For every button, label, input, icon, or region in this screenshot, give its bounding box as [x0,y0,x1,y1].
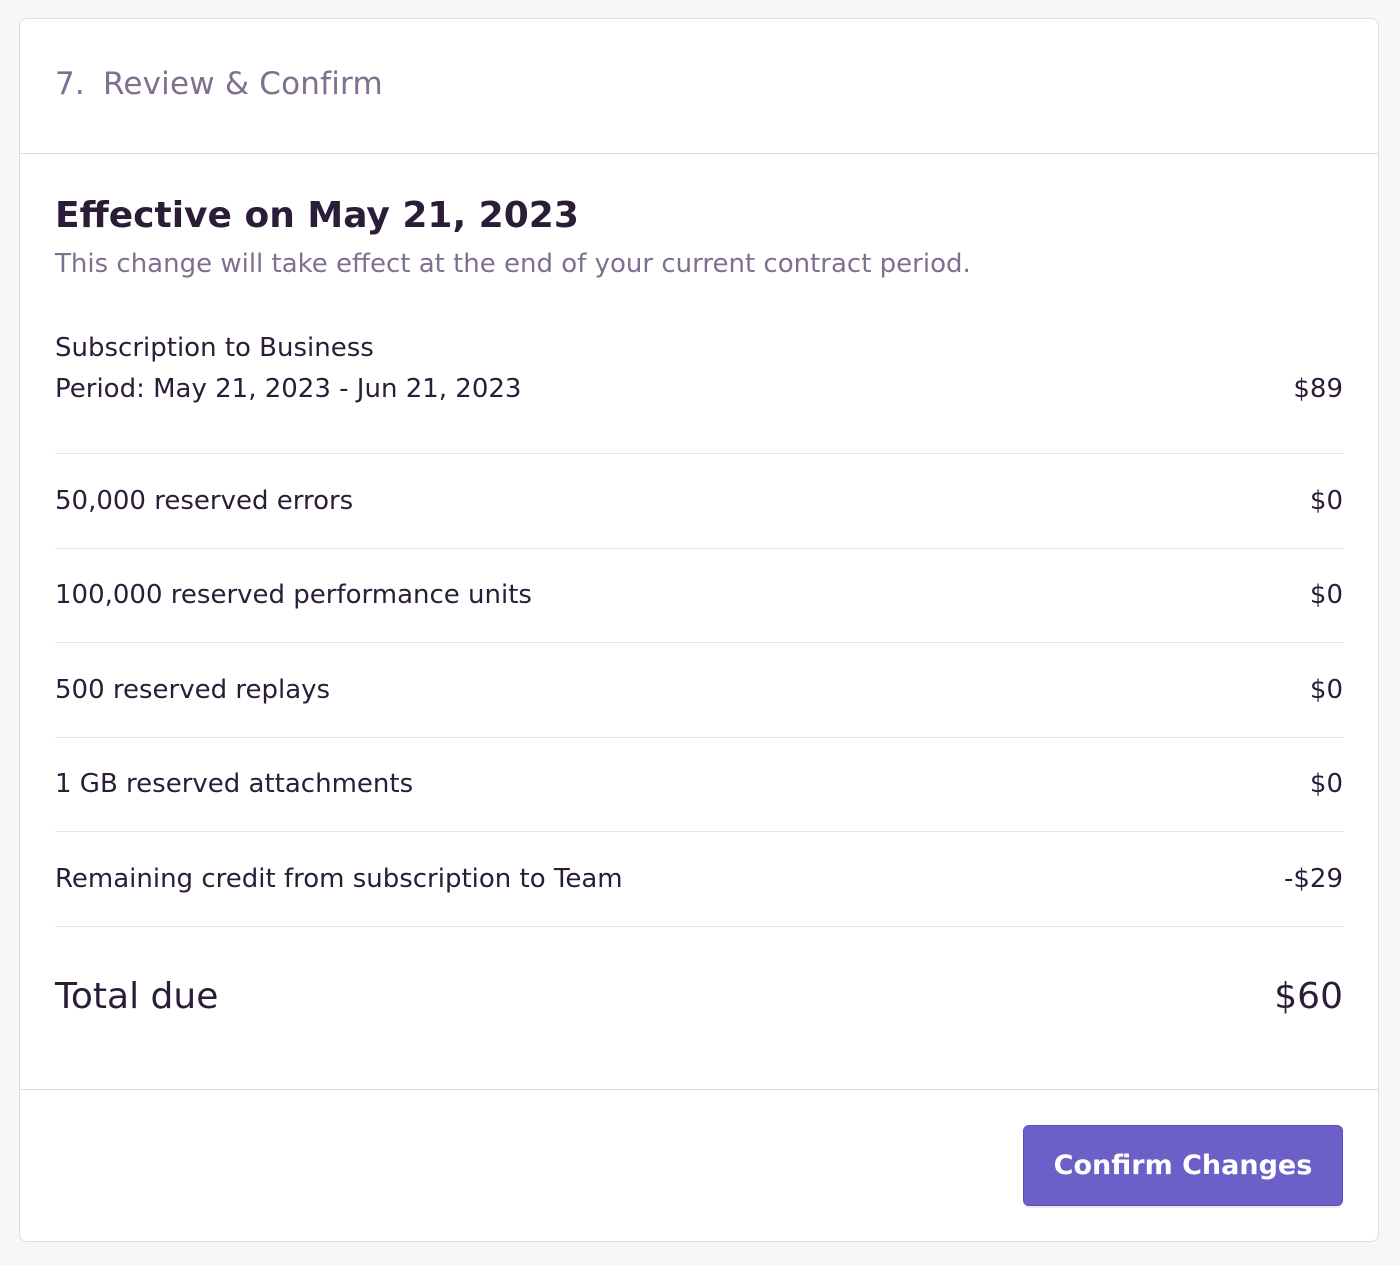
review-confirm-panel: 7. Review & Confirm Effective on May 21, … [19,18,1379,1242]
line-items-list: Period: May 21, 2023 - Jun 21, 2023 $89 … [55,366,1343,927]
confirm-changes-button[interactable]: Confirm Changes [1023,1125,1343,1206]
total-due-amount: $60 [1274,976,1343,1017]
plan-name: Subscription to Business [55,333,374,363]
panel-body: Effective on May 21, 2023 This change wi… [20,154,1378,1090]
line-item-label: 100,000 reserved performance units [55,580,532,611]
panel-header: 7. Review & Confirm [20,19,1378,154]
line-item-label: 1 GB reserved attachments [55,769,414,800]
line-item-amount: $0 [1309,485,1343,516]
line-item-reserved-performance-units: 100,000 reserved performance units $0 [55,549,1343,643]
line-item-reserved-errors: 50,000 reserved errors $0 [55,454,1343,549]
line-item-reserved-attachments: 1 GB reserved attachments $0 [55,738,1343,832]
total-due-label: Total due [55,976,219,1017]
line-item-label: 50,000 reserved errors [55,485,354,516]
line-item-amount: $0 [1309,580,1343,611]
step-number: 7. [55,66,85,102]
line-item-label: Period: May 21, 2023 - Jun 21, 2023 [55,374,522,404]
effective-date-heading: Effective on May 21, 2023 [55,195,579,236]
step-title: 7. Review & Confirm [55,66,383,102]
effective-date-description: This change will take effect at the end … [55,249,971,279]
line-item-amount: -$29 [1283,863,1343,894]
line-item-reserved-replays: 500 reserved replays $0 [55,643,1343,738]
line-item-amount: $0 [1309,674,1343,705]
line-item-remaining-credit: Remaining credit from subscription to Te… [55,832,1343,927]
line-item-amount: $0 [1309,769,1343,800]
line-item-label: 500 reserved replays [55,674,331,705]
line-item-label: Remaining credit from subscription to Te… [55,863,623,894]
total-due-row: Total due $60 [55,927,1343,1067]
panel-footer: Confirm Changes [20,1089,1378,1241]
line-item-amount: $89 [1293,374,1343,404]
step-title-text: Review & Confirm [102,66,383,102]
line-item-period: Period: May 21, 2023 - Jun 21, 2023 $89 [55,366,1343,454]
